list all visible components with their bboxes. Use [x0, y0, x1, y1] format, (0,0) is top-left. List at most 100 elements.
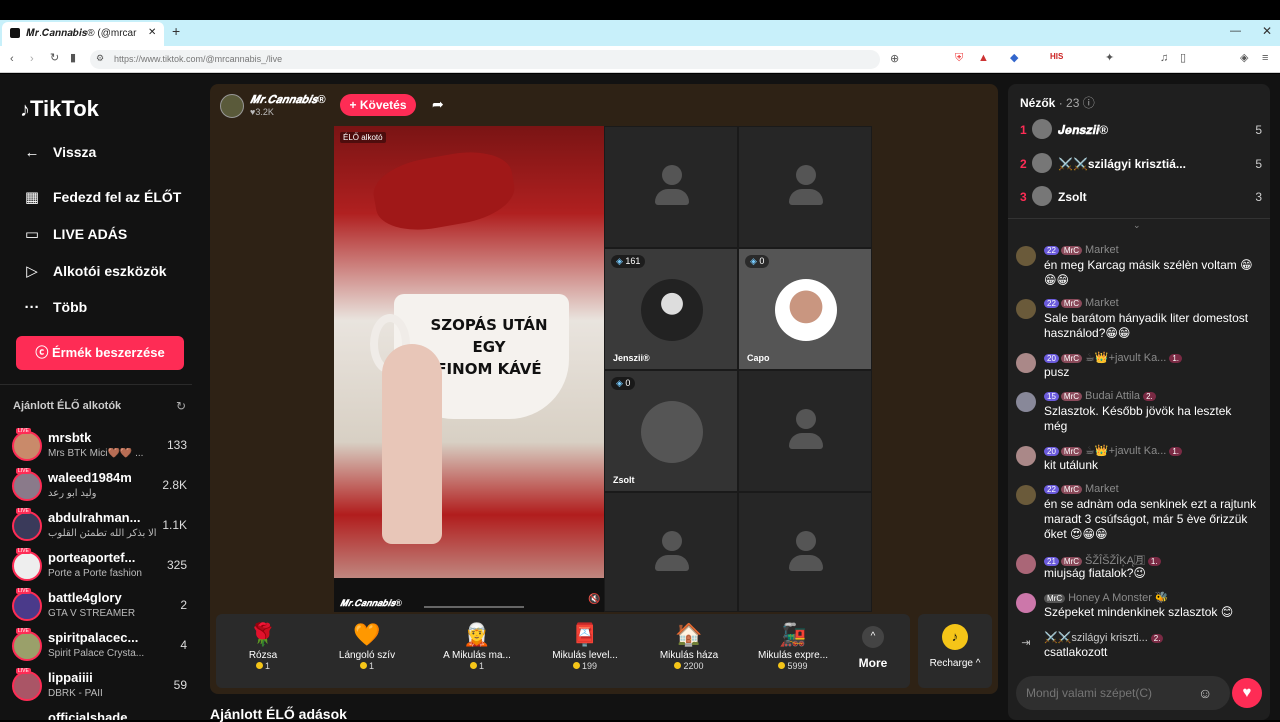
brave-shield-icon[interactable]: ⛨	[955, 53, 963, 64]
viewer-rank: 2	[1020, 157, 1027, 171]
avatar[interactable]	[1016, 554, 1036, 574]
nav-creator-tools[interactable]: ▷ Alkotói eszközök	[20, 259, 166, 283]
creator-item[interactable]: LIVE waleed1984m وليد ابو رعد 2.8K	[12, 468, 192, 506]
more-dots-icon: ···	[24, 298, 40, 316]
avatar[interactable]	[1016, 353, 1036, 373]
media-icon[interactable]: ♫	[1160, 53, 1168, 64]
nav-explore-live[interactable]: ▦ Fedezd fel az ÉLŐT	[20, 185, 181, 209]
guest-slot[interactable]: ◈ 161 Jenszii®	[604, 248, 738, 370]
heart-icon: ♥	[1242, 684, 1252, 701]
url-field[interactable]: https://www.tiktok.com/@mrcannabis_/live	[90, 50, 880, 69]
nav-back[interactable]: ← Vissza	[20, 140, 97, 164]
chat-username[interactable]: Market	[1085, 244, 1119, 256]
emoji-icon[interactable]: ☺	[1198, 685, 1212, 701]
new-tab-button[interactable]: +	[172, 23, 180, 39]
host-name[interactable]: 𝑴𝒓.𝑪𝒂𝒏𝒏𝒂𝒃𝒊𝒔®	[250, 94, 325, 107]
avatar[interactable]	[1016, 299, 1036, 319]
recharge-button[interactable]: ♪ Recharge ^	[918, 614, 992, 688]
chevron-down-icon[interactable]: ⌄	[1133, 220, 1141, 231]
creator-item[interactable]: LIVE battle4glory GTA V STREAMER 2	[12, 588, 192, 626]
forward-icon[interactable]: ›	[30, 54, 34, 65]
creator-sub: GTA V STREAMER	[48, 608, 136, 619]
tiktok-logo[interactable]: ♪TikTok	[20, 96, 99, 122]
avatar	[12, 431, 42, 461]
viewer-row[interactable]: 3 Zsolt 3	[1020, 186, 1262, 208]
gift-item[interactable]: 📮 Mikulás level... 199	[538, 620, 632, 671]
chat-username[interactable]: ☕👑+javult Ka...	[1085, 352, 1166, 364]
site-info-icon[interactable]: ⚙	[96, 54, 104, 63]
mute-icon[interactable]: 🔇	[588, 594, 600, 605]
guest-slot[interactable]: ◈ 0 Zsolt	[604, 370, 738, 492]
tiktok-app: ♪TikTok ← Vissza ▦ Fedezd fel az ÉLŐT ▭ LIV…	[0, 74, 1280, 722]
viewer-row[interactable]: 1 𝑱𝒆𝒏𝒔𝒛𝒊𝒊® 5	[1020, 119, 1262, 141]
rewards-icon[interactable]: ▲	[978, 53, 989, 64]
browser-tab[interactable]: 𝑴𝒓.𝑪𝒂𝒏𝒏𝒂𝒃𝒊𝒔® (@mrcar ✕	[2, 22, 164, 46]
creator-item[interactable]: LIVE mrsbtk Mrs BTK Mici🤎🤎 ... 133	[12, 428, 192, 466]
host-avatar[interactable]	[220, 94, 244, 118]
bookmark-icon[interactable]: ▮	[70, 53, 76, 64]
extension-his-icon[interactable]: HIS	[1050, 53, 1063, 61]
window-minimize-icon[interactable]: —	[1230, 25, 1241, 37]
avatar[interactable]	[1016, 246, 1036, 266]
nav-more[interactable]: ··· Több	[20, 295, 88, 319]
host-video[interactable]: ÉLŐ alkotó SZOPÁS UTÁN EGY FINOM KÁVÉ 𝑴𝒓…	[334, 126, 604, 612]
creator-item[interactable]: LIVE porteaportef... Porte a Porte fashion…	[12, 548, 192, 586]
avatar[interactable]	[1016, 593, 1036, 613]
chat-username[interactable]: Market	[1085, 483, 1119, 495]
creator-item[interactable]: officialshade	[12, 708, 192, 720]
chat-username[interactable]: Budai Attila	[1085, 390, 1140, 402]
gift-price: 5999	[787, 661, 808, 671]
guest-slot-empty[interactable]	[738, 492, 872, 612]
menu-icon[interactable]: ≡	[1262, 53, 1268, 64]
vpn-icon[interactable]: ◈	[1240, 53, 1248, 64]
reload-icon[interactable]: ↻	[50, 53, 59, 64]
get-coins-button[interactable]: ⓒ Érmék beszerzése	[16, 336, 184, 370]
creator-item[interactable]: LIVE lippaiiii DBRK - PAII 59	[12, 668, 192, 706]
guest-slot-empty[interactable]	[738, 370, 872, 492]
chat-username[interactable]: ⚔️⚔️szilágyi kriszti...	[1044, 632, 1148, 644]
extension-translate-icon[interactable]: ◆	[1010, 53, 1018, 64]
gift-item[interactable]: 🧝 A Mikulás ma... 1	[430, 620, 524, 671]
guest-slot-empty[interactable]	[604, 492, 738, 612]
chat-username[interactable]: ☕👑+javult Ka...	[1085, 445, 1166, 457]
sidebar-toggle-icon[interactable]: ▯	[1180, 53, 1186, 64]
follow-button[interactable]: + Követés	[340, 94, 416, 116]
avatar[interactable]	[1016, 446, 1036, 466]
creator-item[interactable]: LIVE spiritpalacec... Spirit Palace Crysta…	[12, 628, 192, 666]
gift-item[interactable]: 🏠 Mikulás háza 2200	[642, 620, 736, 671]
creator-sub: DBRK - PAII	[48, 688, 103, 699]
coin-icon	[255, 662, 263, 669]
viewer-row[interactable]: 2 ⚔️⚔️szilágyi krisztiá... 5	[1020, 153, 1262, 175]
level-badge: 20	[1044, 354, 1059, 363]
level-badge: 22	[1044, 246, 1059, 255]
zoom-icon[interactable]: ⊕	[890, 54, 899, 65]
chat-username[interactable]: Honey A Monster 🐝	[1068, 592, 1169, 604]
guest-slot-empty[interactable]	[604, 126, 738, 248]
avatar[interactable]	[1016, 485, 1036, 505]
avatar[interactable]	[1016, 392, 1036, 412]
creator-item[interactable]: LIVE abdulrahman... ألا بذكر الله تطمئن ال…	[12, 508, 192, 546]
info-icon[interactable]: ⓘ	[1083, 96, 1095, 110]
viewer-score: 3	[1255, 190, 1262, 204]
back-icon[interactable]: ‹	[10, 54, 14, 65]
creator-name: officialshade	[48, 710, 128, 720]
gift-item[interactable]: 🧡 Lángoló szív 1	[320, 620, 414, 671]
nav-live-broadcast[interactable]: ▭ LIVE ADÁS	[20, 222, 127, 246]
chat-username[interactable]: Market	[1085, 297, 1119, 309]
extensions-icon[interactable]: ✦	[1105, 53, 1114, 64]
share-icon[interactable]: ➦	[432, 96, 444, 113]
refresh-icon[interactable]: ↻	[176, 399, 186, 413]
logo-text: TikTok	[30, 96, 99, 121]
guest-slot[interactable]: ◈ 0 Capo	[738, 248, 872, 370]
gift-item[interactable]: 🌹 Rózsa 1	[216, 620, 310, 671]
viewers-title-text: Nézők	[1020, 96, 1056, 110]
tab-close-icon[interactable]: ✕	[148, 27, 156, 38]
like-heart-button[interactable]: ♥	[1232, 678, 1262, 708]
rank-badge: 2.	[1143, 392, 1156, 401]
guest-slot-empty[interactable]	[738, 126, 872, 248]
viewer-rank: 3	[1020, 190, 1027, 204]
coin-icon	[572, 662, 580, 669]
window-close-icon[interactable]: ✕	[1262, 24, 1272, 38]
more-gifts-button[interactable]: ^ More	[848, 618, 898, 670]
gift-item[interactable]: 🚂 Mikulás expre... 5999	[746, 620, 840, 671]
